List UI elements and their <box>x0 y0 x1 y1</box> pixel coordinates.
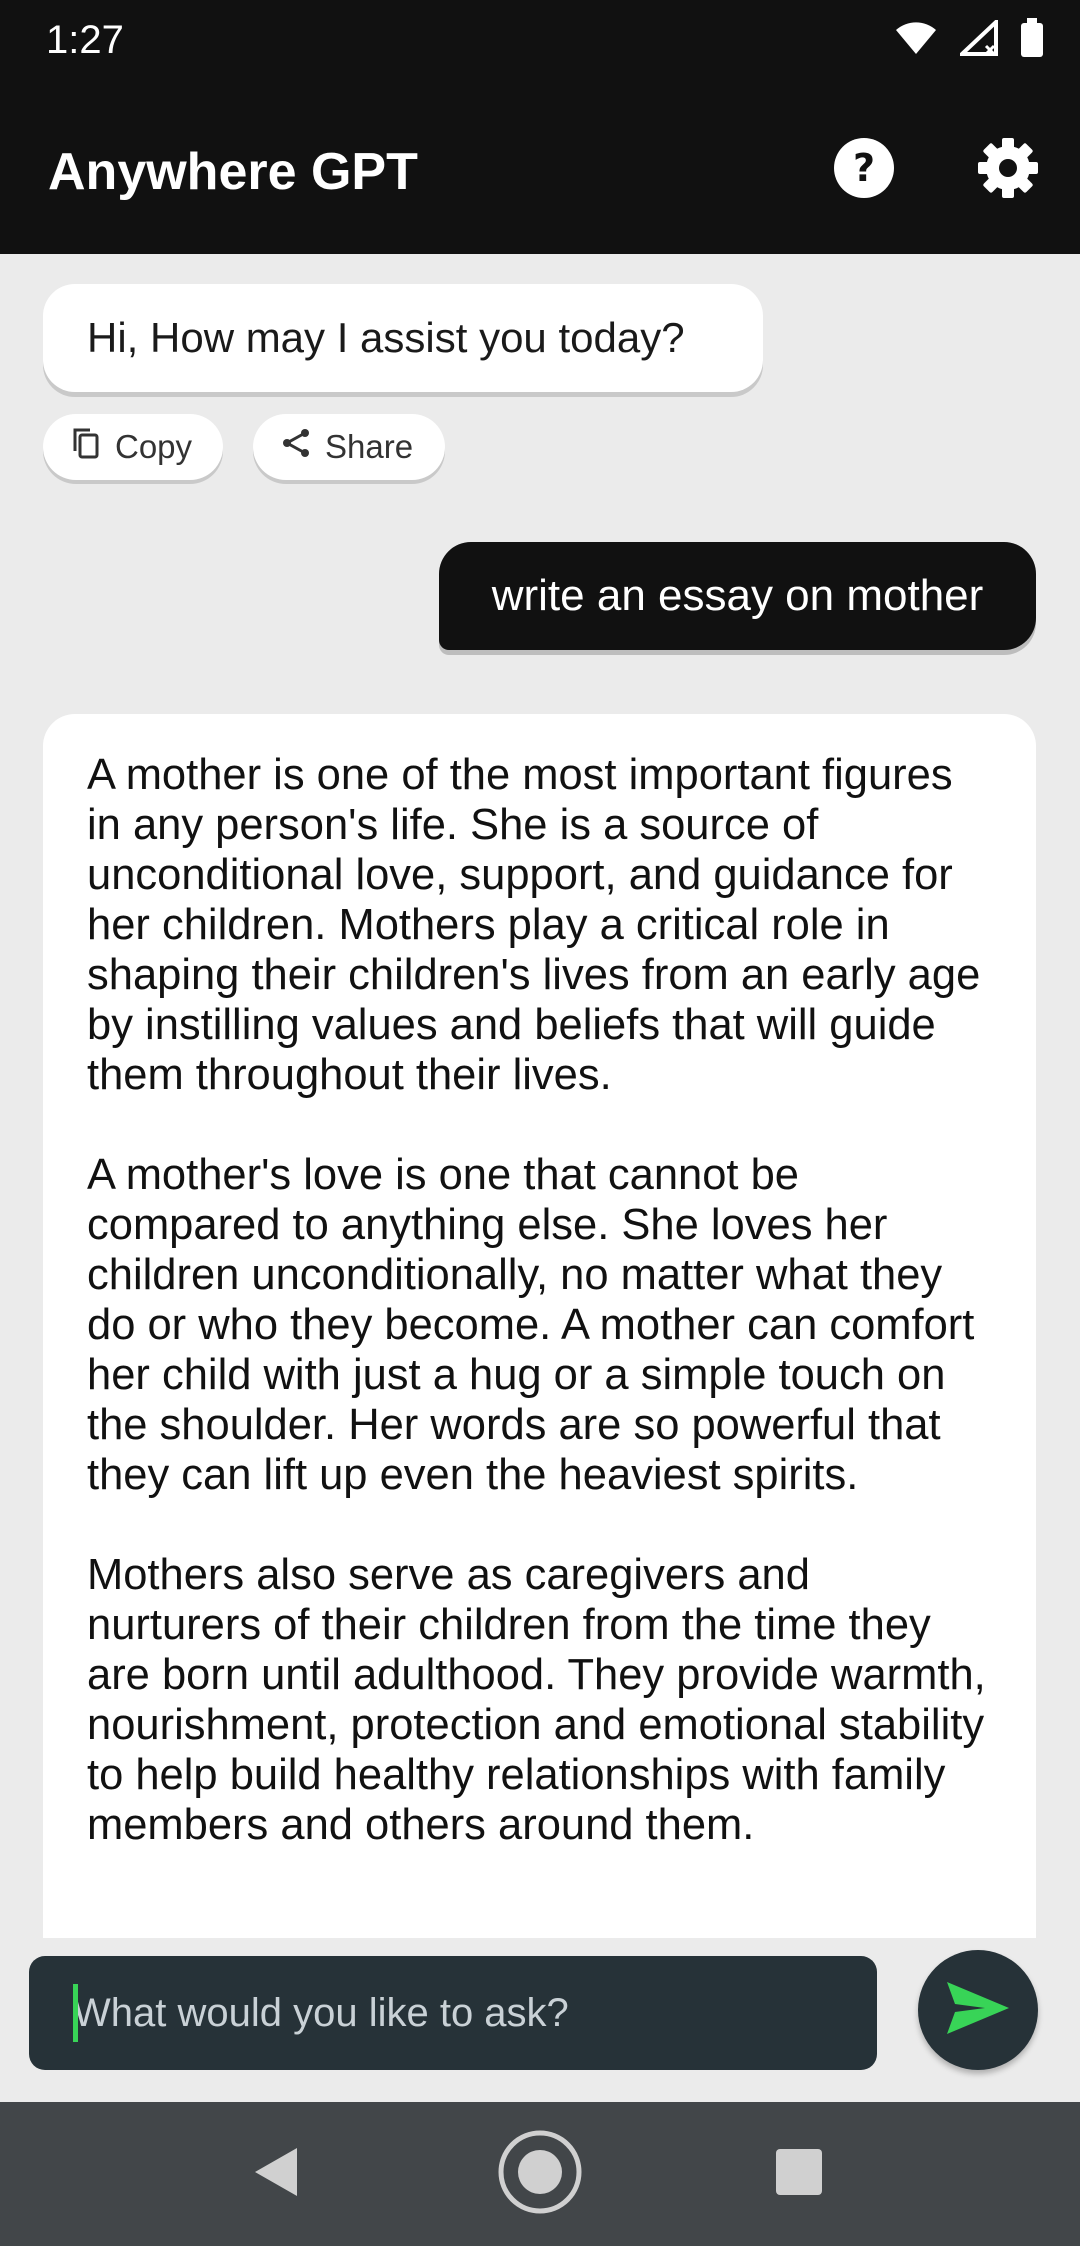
status-icons <box>894 17 1044 63</box>
share-icon <box>281 427 311 467</box>
copy-label: Copy <box>115 428 193 465</box>
response-paragraph: Mothers also serve as caregivers and nur… <box>87 1551 986 1849</box>
app-title: Anywhere GPT <box>48 143 418 201</box>
help-circle-icon: ? <box>833 137 895 204</box>
ask-input[interactable]: What would you like to ask? <box>29 1956 877 2070</box>
response-paragraph: A mother's love is one that cannot be co… <box>87 1151 975 1499</box>
bot-message-bubble: Hi, How may I assist you today? <box>43 284 763 392</box>
response-paragraph: A mother is one of the most important fi… <box>87 751 981 1099</box>
assistant-response-bubble: A mother is one of the most important fi… <box>43 714 1036 1938</box>
copy-button[interactable]: Copy <box>43 414 223 480</box>
ask-input-placeholder: What would you like to ask? <box>73 1990 569 2035</box>
recents-button[interactable] <box>759 2134 839 2214</box>
send-button[interactable] <box>918 1950 1038 2070</box>
chat-area[interactable]: Hi, How may I assist you today? Copy Sha… <box>0 254 1080 1938</box>
share-label: Share <box>325 428 414 465</box>
signal-icon <box>956 17 998 61</box>
share-button[interactable]: Share <box>253 414 445 480</box>
app-bar: Anywhere GPT ? <box>0 86 1080 254</box>
copy-icon <box>71 427 101 467</box>
gear-icon <box>977 137 1039 204</box>
back-button[interactable] <box>236 2134 316 2214</box>
back-triangle-icon <box>251 2144 301 2205</box>
home-button[interactable] <box>498 2130 582 2214</box>
svg-text:?: ? <box>853 146 875 190</box>
recents-square-icon <box>774 2147 824 2202</box>
wifi-icon <box>894 20 938 61</box>
status-time: 1:27 <box>46 18 124 62</box>
help-button[interactable]: ? <box>832 137 896 204</box>
send-icon <box>945 1980 1011 2041</box>
text-caret <box>73 1984 78 2042</box>
composer: What would you like to ask? <box>0 1938 1080 2102</box>
settings-button[interactable] <box>976 137 1040 204</box>
status-bar: 1:27 <box>0 0 1080 86</box>
system-nav-bar <box>0 2102 1080 2246</box>
battery-icon <box>1020 18 1044 63</box>
user-message-bubble: write an essay on mother <box>439 542 1036 650</box>
bot-greeting-text: Hi, How may I assist you today? <box>87 314 685 361</box>
user-message-text: write an essay on mother <box>491 571 984 620</box>
home-circle-icon <box>498 2130 582 2219</box>
